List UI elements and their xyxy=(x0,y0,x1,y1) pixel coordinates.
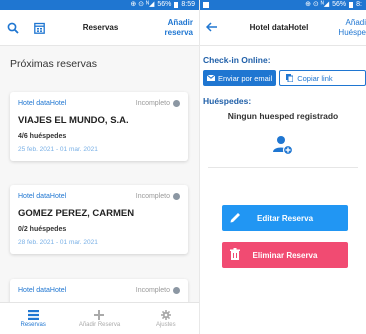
clock: 8: xyxy=(356,1,362,8)
gear-icon xyxy=(160,309,171,320)
page-title: Reservas xyxy=(82,23,119,32)
send-email-button[interactable]: Enviar por email xyxy=(203,70,277,86)
status-indicators: ⊕ ⊙ ᴺ◢ xyxy=(130,1,155,8)
guest-count: 4/6 huéspedes xyxy=(18,133,67,140)
status-label: Incompleto xyxy=(135,193,170,200)
copy-icon xyxy=(286,74,294,82)
hotel-name: Hotel dataHotel xyxy=(18,100,67,107)
nav-label: Añadir Reserva xyxy=(78,321,121,328)
add-reservation-label-line1: Añadir xyxy=(167,17,193,27)
add-person-icon xyxy=(273,136,294,155)
nav-item-reservas[interactable]: Reservas xyxy=(0,303,66,334)
top-app-bar: Reservas Añadir reserva xyxy=(0,10,199,46)
battery-icon xyxy=(174,2,179,8)
copy-link-button[interactable]: Copiar link xyxy=(279,70,366,86)
status-label: Incompleto xyxy=(135,100,170,107)
divider xyxy=(208,167,358,168)
reservation-detail-screen: ⊕ ⊙ ᴺ◢ 56% 8: Hotel dataHotel Añadi Hués… xyxy=(199,0,366,334)
hotel-name: Hotel dataHotel xyxy=(18,287,67,294)
mail-icon xyxy=(207,75,215,81)
hotel-name: Hotel dataHotel xyxy=(18,193,67,200)
checkin-actions: Enviar por email Copiar link xyxy=(200,65,366,86)
reservation-card[interactable]: Hotel dataHotel Incompleto VIAJES EL MUN… xyxy=(10,92,188,161)
status-label: Incompleto xyxy=(135,287,170,294)
list-icon xyxy=(27,309,39,320)
battery-icon xyxy=(349,2,354,8)
status-bar: ⊕ ⊙ ᴺ◢ 56% 8: xyxy=(200,0,366,10)
reservation-dates: 28 feb. 2021 - 01 mar. 2021 xyxy=(18,239,98,246)
add-guests-label-line2: Huéspe xyxy=(338,27,366,37)
battery-level: 56% xyxy=(332,1,347,8)
delete-reservation-label: Eliminar Reserva xyxy=(252,250,318,260)
info-icon xyxy=(173,193,180,200)
reservation-card[interactable]: Hotel dataHotel Incompleto GOMEZ PEREZ, … xyxy=(10,185,188,254)
status-badge: Incompleto xyxy=(136,193,180,200)
copy-link-label: Copiar link xyxy=(297,73,333,83)
nav-label: Ajustes xyxy=(155,321,176,328)
reservation-name: VIAJES EL MUNDO, S.A. xyxy=(18,115,129,126)
no-guests-message: Ningun huesped registrado xyxy=(227,111,339,121)
nav-label: Reservas xyxy=(20,321,46,328)
add-guests-button[interactable]: Añadi Huéspe xyxy=(336,18,366,38)
search-icon[interactable] xyxy=(0,10,26,46)
nav-item-settings[interactable]: Ajustes xyxy=(133,303,199,334)
add-guest-button[interactable] xyxy=(200,121,366,155)
add-reservation-button[interactable]: Añadir reserva xyxy=(149,18,199,38)
status-bar: ⊕ ⊙ ᴺ◢ 56% 8:59 xyxy=(0,0,199,10)
add-guests-label-line1: Añadi xyxy=(345,17,366,27)
bottom-navigation: Reservas Añadir Reserva Ajustes xyxy=(0,302,199,334)
edit-reservation-label: Editar Reserva xyxy=(256,213,314,223)
clock: 8:59 xyxy=(181,1,195,8)
status-badge: Incompleto xyxy=(136,287,180,294)
edit-reservation-button[interactable]: Editar Reserva xyxy=(222,205,348,231)
back-arrow-icon[interactable] xyxy=(200,21,222,35)
send-email-label: Enviar por email xyxy=(218,73,273,83)
guest-count: 0/2 huéspedes xyxy=(18,226,67,233)
status-indicators: ⊕ ⊙ ᴺ◢ xyxy=(305,1,330,8)
calendar-icon[interactable] xyxy=(26,10,52,46)
nav-item-add-reservation[interactable]: Añadir Reserva xyxy=(66,303,132,334)
page-title: Hotel dataHotel xyxy=(249,23,309,32)
plus-icon xyxy=(94,309,105,320)
info-icon xyxy=(173,100,180,107)
delete-reservation-button[interactable]: Eliminar Reserva xyxy=(222,242,348,268)
pencil-icon xyxy=(230,213,240,223)
top-app-bar: Hotel dataHotel Añadi Huéspe xyxy=(200,10,366,46)
guests-label: Huéspedes: xyxy=(203,96,252,106)
checkin-online-label: Check-in Online: xyxy=(203,55,271,65)
info-icon xyxy=(173,287,180,294)
add-reservation-label-line2: reserva xyxy=(164,27,193,37)
section-title: Próximas reservas xyxy=(10,58,97,70)
reservation-dates: 25 feb. 2021 - 01 mar. 2021 xyxy=(18,146,98,153)
status-badge: Incompleto xyxy=(136,100,180,107)
battery-level: 56% xyxy=(157,1,172,8)
reservation-name: GOMEZ PEREZ, CARMEN xyxy=(18,208,135,219)
reservations-screen: ⊕ ⊙ ᴺ◢ 56% 8:59 Reservas Añadir reserva … xyxy=(0,0,199,334)
trash-icon xyxy=(230,248,240,260)
notification-icon xyxy=(203,2,209,8)
